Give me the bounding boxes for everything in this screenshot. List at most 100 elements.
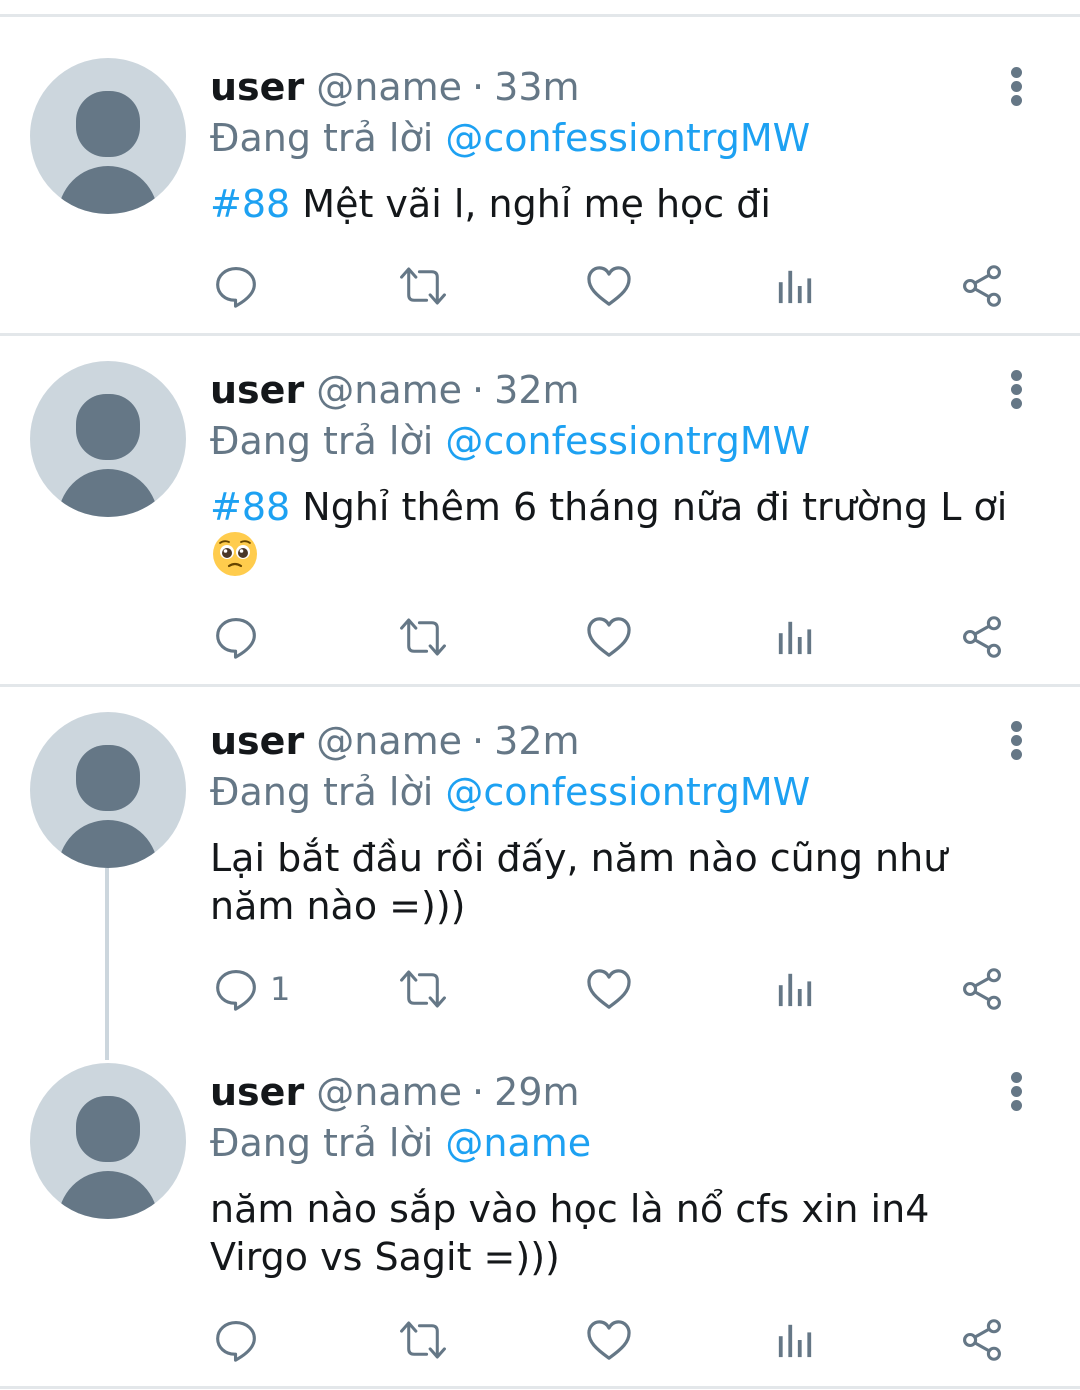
- timestamp[interactable]: 33m: [494, 65, 579, 109]
- tweet-header: user @name · 29m: [210, 1067, 580, 1117]
- reply-button[interactable]: 1: [214, 959, 290, 1019]
- heart-icon: [586, 968, 632, 1010]
- reply-icon: [214, 264, 258, 308]
- hashtag-link[interactable]: #88: [210, 182, 290, 226]
- retweet-button[interactable]: [398, 1310, 448, 1370]
- share-button[interactable]: [960, 256, 1004, 316]
- tweet-actions: 1: [0, 959, 1080, 1019]
- tweet-body: Nghỉ thêm 6 tháng nữa đi trường L ơi: [290, 485, 1008, 529]
- heart-icon: [586, 1319, 632, 1361]
- reply-icon: [214, 1318, 258, 1362]
- share-button[interactable]: [960, 1310, 1004, 1370]
- avatar-placeholder-body: [58, 469, 158, 517]
- timestamp[interactable]: 32m: [494, 368, 579, 412]
- tweet-actions: [0, 256, 1080, 316]
- analytics-button[interactable]: [776, 607, 814, 667]
- timestamp[interactable]: 29m: [494, 1070, 579, 1114]
- avatar-placeholder-body: [58, 820, 158, 868]
- hashtag-link[interactable]: #88: [210, 485, 290, 529]
- reply-button[interactable]: [214, 256, 258, 316]
- share-button[interactable]: [960, 959, 1004, 1019]
- tweet-header: user @name · 32m: [210, 365, 580, 415]
- replying-to-mention[interactable]: @confessiontrgMW: [445, 770, 810, 814]
- replying-to-label: Đang trả lời: [210, 116, 434, 160]
- replying-to: Đang trả lời @confessiontrgMW: [210, 416, 810, 466]
- reply-icon: [214, 967, 258, 1011]
- avatar[interactable]: [30, 712, 186, 868]
- divider: [0, 684, 1080, 687]
- analytics-icon: [776, 267, 814, 305]
- tweet-text: năm nào sắp vào học là nổ cfs xin in4 Vi…: [210, 1187, 930, 1279]
- replying-to-mention[interactable]: @name: [445, 1121, 591, 1165]
- more-vertical-icon[interactable]: [1000, 367, 1034, 413]
- avatar[interactable]: [30, 1063, 186, 1219]
- tweet-actions: [0, 1310, 1080, 1370]
- display-name[interactable]: user: [210, 65, 304, 109]
- user-handle[interactable]: @name: [316, 1070, 462, 1114]
- analytics-icon: [776, 1321, 814, 1359]
- display-name[interactable]: user: [210, 368, 304, 412]
- replying-to: Đang trả lời @confessiontrgMW: [210, 767, 810, 817]
- avatar-placeholder-head: [76, 1096, 140, 1162]
- replying-to-label: Đang trả lời: [210, 419, 434, 463]
- replying-to: Đang trả lời @name: [210, 1118, 591, 1168]
- like-button[interactable]: [586, 256, 632, 316]
- analytics-button[interactable]: [776, 256, 814, 316]
- like-button[interactable]: [586, 1310, 632, 1370]
- replying-to-mention[interactable]: @confessiontrgMW: [445, 116, 810, 160]
- replying-to-label: Đang trả lời: [210, 770, 434, 814]
- more-vertical-icon[interactable]: [1000, 1069, 1034, 1115]
- retweet-icon: [398, 264, 448, 308]
- tweet-text: #88 Mệt vãi l, nghỉ mẹ học đi: [210, 180, 1050, 228]
- share-button[interactable]: [960, 607, 1004, 667]
- analytics-button[interactable]: [776, 1310, 814, 1370]
- like-button[interactable]: [586, 959, 632, 1019]
- separator-dot: ·: [472, 368, 485, 412]
- heart-icon: [586, 265, 632, 307]
- user-handle[interactable]: @name: [316, 65, 462, 109]
- avatar[interactable]: [30, 58, 186, 214]
- separator-dot: ·: [472, 65, 485, 109]
- like-button[interactable]: [586, 607, 632, 667]
- analytics-icon: [776, 618, 814, 656]
- separator-dot: ·: [472, 1070, 485, 1114]
- display-name[interactable]: user: [210, 1070, 304, 1114]
- tweet-text: Lại bắt đầu rồi đấy, năm nào cũng như nă…: [210, 836, 948, 928]
- more-vertical-icon[interactable]: [1000, 64, 1034, 110]
- share-icon: [960, 264, 1004, 308]
- replying-to-mention[interactable]: @confessiontrgMW: [445, 419, 810, 463]
- retweet-button[interactable]: [398, 607, 448, 667]
- display-name[interactable]: user: [210, 719, 304, 763]
- timestamp[interactable]: 32m: [494, 719, 579, 763]
- reply-button[interactable]: [214, 607, 258, 667]
- avatar-placeholder-head: [76, 91, 140, 157]
- retweet-icon: [398, 967, 448, 1011]
- tweet-header: user @name · 32m: [210, 716, 580, 766]
- replying-to: Đang trả lời @confessiontrgMW: [210, 113, 810, 163]
- share-icon: [960, 615, 1004, 659]
- analytics-button[interactable]: [776, 959, 814, 1019]
- avatar[interactable]: [30, 361, 186, 517]
- avatar-placeholder-head: [76, 745, 140, 811]
- tweet-body: Mệt vãi l, nghỉ mẹ học đi: [290, 182, 771, 226]
- retweet-button[interactable]: [398, 959, 448, 1019]
- retweet-icon: [398, 615, 448, 659]
- separator-dot: ·: [472, 719, 485, 763]
- user-handle[interactable]: @name: [316, 368, 462, 412]
- heart-icon: [586, 616, 632, 658]
- avatar-placeholder-head: [76, 394, 140, 460]
- user-handle[interactable]: @name: [316, 719, 462, 763]
- bottom-divider: [0, 1386, 1080, 1389]
- top-divider: [0, 14, 1080, 17]
- reply-button[interactable]: [214, 1310, 258, 1370]
- tweet-actions: [0, 607, 1080, 667]
- share-icon: [960, 967, 1004, 1011]
- replying-to-label: Đang trả lời: [210, 1121, 434, 1165]
- share-icon: [960, 1318, 1004, 1362]
- analytics-icon: [776, 970, 814, 1008]
- tweet-text: #88 Nghỉ thêm 6 tháng nữa đi trường L ơi: [210, 483, 1050, 531]
- more-vertical-icon[interactable]: [1000, 718, 1034, 764]
- reply-icon: [214, 615, 258, 659]
- avatar-placeholder-body: [58, 1171, 158, 1219]
- retweet-button[interactable]: [398, 256, 448, 316]
